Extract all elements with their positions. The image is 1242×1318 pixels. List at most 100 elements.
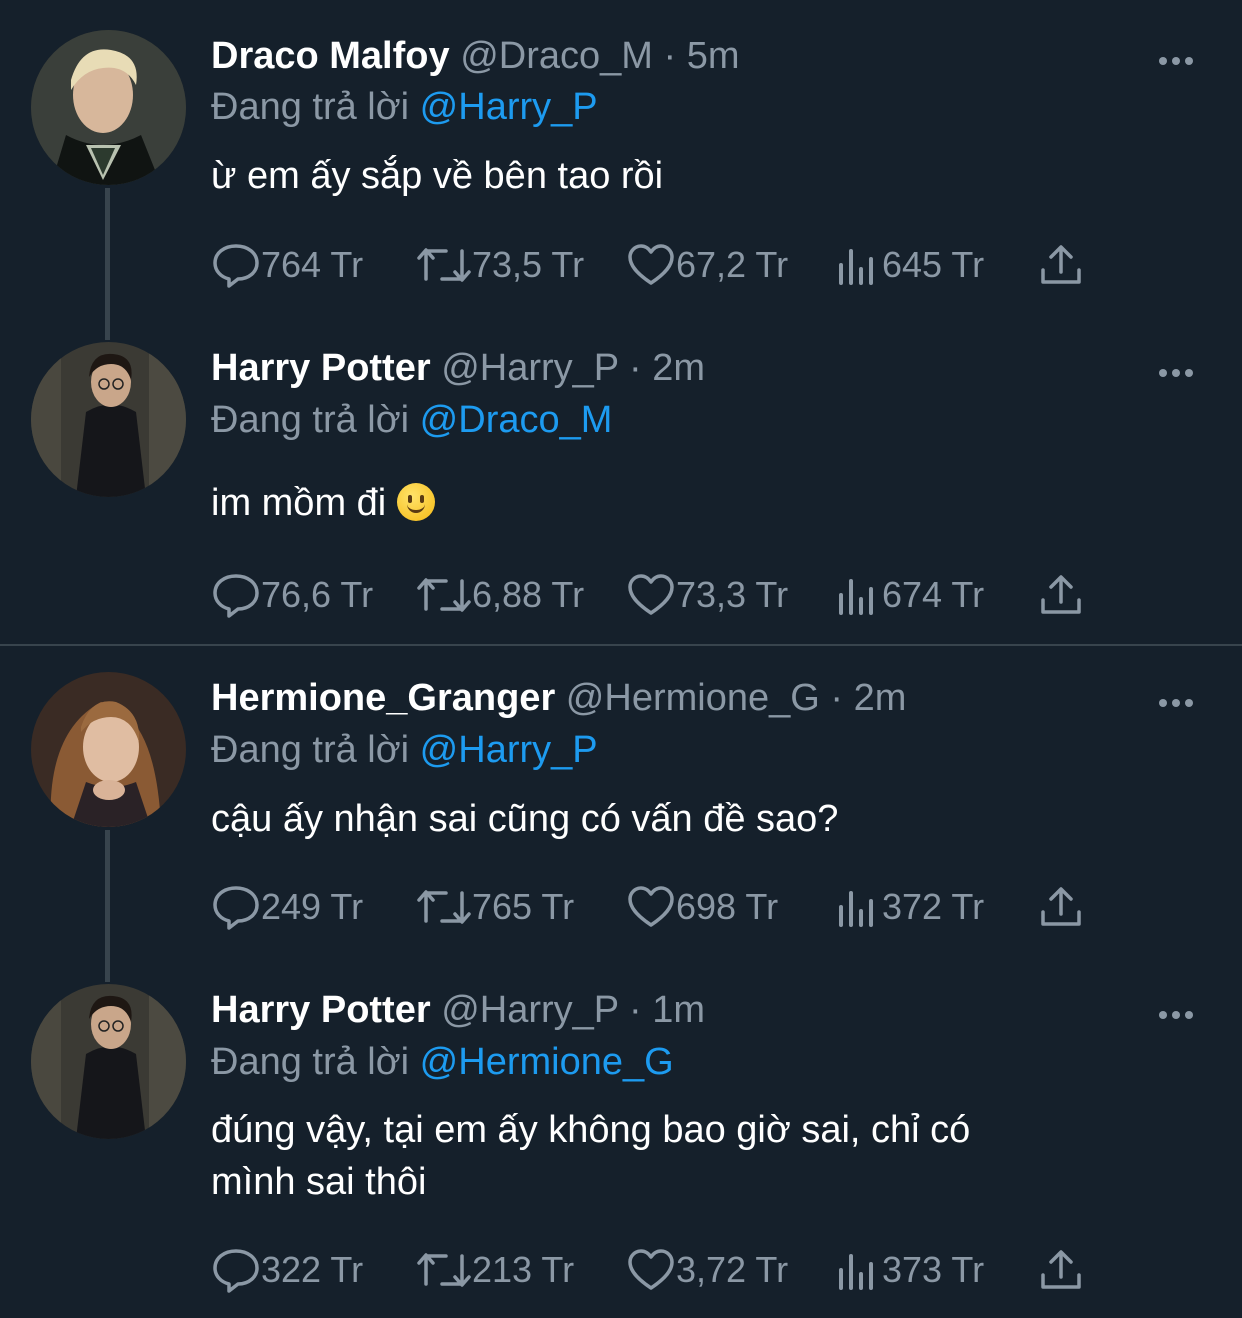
retweet-button[interactable]: 765 Tr [416, 882, 574, 932]
reply-mention[interactable]: @Harry_P [420, 86, 598, 128]
reply-prefix: Đang trả lời [211, 399, 410, 441]
reply-button[interactable]: 764 Tr [211, 240, 363, 290]
reply-prefix: Đang trả lời [211, 729, 410, 771]
reply-count: 76,6 Tr [261, 574, 374, 615]
reply-button[interactable]: 322 Tr [211, 1245, 363, 1295]
reply-icon [213, 244, 259, 288]
share-button[interactable] [1039, 882, 1083, 932]
more-icon[interactable] [1159, 364, 1199, 377]
avatar-harry[interactable] [31, 984, 186, 1139]
display-name[interactable]: Harry Potter [211, 347, 431, 389]
thread-divider [0, 644, 1242, 646]
share-icon [1041, 1250, 1081, 1289]
views-button[interactable]: 373 Tr [836, 1245, 984, 1295]
separator-dot: · [629, 989, 642, 1031]
avatar-harry[interactable] [31, 342, 186, 497]
views-button[interactable]: 645 Tr [836, 240, 984, 290]
separator-dot: · [830, 677, 844, 719]
tweet-header: Harry Potter @Harry_P · 1m [211, 987, 705, 1033]
share-button[interactable] [1039, 570, 1083, 620]
tweet-header: Hermione_Granger @Hermione_G · 2m [211, 675, 906, 721]
timestamp[interactable]: 1m [652, 989, 705, 1031]
reply-icon [213, 1249, 259, 1293]
share-button[interactable] [1039, 1245, 1083, 1295]
more-icon[interactable] [1159, 694, 1199, 707]
reply-button[interactable]: 249 Tr [211, 882, 363, 932]
reply-mention[interactable]: @Hermione_G [420, 1041, 674, 1083]
tweet-text-line: mình sai thôi [211, 1161, 427, 1203]
tweet-text-line: đúng vậy, tại em ấy không bao giờ sai, c… [211, 1109, 971, 1151]
retweet-button[interactable]: 213 Tr [416, 1245, 574, 1295]
user-handle[interactable]: @Draco_M [460, 35, 653, 77]
avatar-hermione[interactable] [31, 672, 186, 827]
views-count: 674 Tr [882, 574, 985, 615]
reply-context: Đang trả lời @Draco_M [211, 397, 612, 443]
thread-line [105, 830, 110, 982]
tweet-actions: 764 Tr 73,5 Tr 67,2 Tr 645 Tr [211, 240, 1111, 290]
more-icon[interactable] [1159, 52, 1199, 65]
timestamp[interactable]: 2m [652, 347, 705, 389]
reply-mention[interactable]: @Draco_M [420, 399, 613, 441]
avatar-draco[interactable] [31, 30, 186, 185]
display-name[interactable]: Draco Malfoy [211, 35, 450, 77]
like-icon [628, 1249, 674, 1290]
tweet-text-content: im mồm đi [211, 482, 387, 524]
retweet-icon [417, 248, 471, 282]
retweet-count: 213 Tr [472, 1249, 575, 1290]
views-icon [839, 249, 873, 285]
display-name[interactable]: Harry Potter [211, 989, 431, 1031]
views-button[interactable]: 372 Tr [836, 882, 984, 932]
like-button[interactable]: 3,72 Tr [626, 1245, 788, 1295]
reply-icon [213, 886, 259, 930]
like-button[interactable]: 67,2 Tr [626, 240, 788, 290]
like-icon [628, 886, 674, 927]
views-button[interactable]: 674 Tr [836, 570, 984, 620]
tweet-actions: 249 Tr 765 Tr 698 Tr 372 Tr [211, 882, 1111, 932]
like-button[interactable]: 73,3 Tr [626, 570, 788, 620]
tweet-actions: 76,6 Tr 6,88 Tr 73,3 Tr 674 Tr [211, 570, 1111, 620]
like-count: 698 Tr [676, 886, 779, 927]
views-count: 373 Tr [882, 1249, 985, 1290]
retweet-button[interactable]: 6,88 Tr [416, 570, 584, 620]
retweet-button[interactable]: 73,5 Tr [416, 240, 584, 290]
reply-icon [213, 574, 259, 618]
like-icon [628, 244, 674, 285]
more-icon[interactable] [1159, 1006, 1199, 1019]
retweet-icon [417, 1253, 471, 1287]
user-handle[interactable]: @Harry_P [441, 989, 618, 1031]
like-count: 3,72 Tr [676, 1249, 789, 1290]
reply-context: Đang trả lời @Harry_P [211, 84, 598, 130]
share-icon [1041, 887, 1081, 926]
share-button[interactable] [1039, 240, 1083, 290]
reply-count: 249 Tr [261, 886, 364, 927]
tweet-text: im mồm đi [211, 477, 1171, 529]
tweet-text: ừ em ấy sắp về bên tao rồi [211, 155, 664, 197]
separator-dot: · [663, 35, 677, 77]
thread-line [105, 188, 110, 340]
tweet-header: Harry Potter @Harry_P · 2m [211, 345, 705, 391]
tweet-actions: 322 Tr 213 Tr 3,72 Tr 373 Tr [211, 1245, 1111, 1295]
views-count: 372 Tr [882, 886, 985, 927]
display-name[interactable]: Hermione_Granger [211, 677, 555, 719]
user-handle[interactable]: @Hermione_G [566, 677, 820, 719]
retweet-icon [417, 578, 471, 612]
reply-button[interactable]: 76,6 Tr [211, 570, 373, 620]
retweet-count: 73,5 Tr [472, 244, 585, 285]
views-icon [839, 891, 873, 927]
timestamp[interactable]: 2m [854, 677, 907, 719]
reply-mention[interactable]: @Harry_P [420, 729, 598, 771]
reply-prefix: Đang trả lời [211, 86, 410, 128]
views-count: 645 Tr [882, 244, 985, 285]
timestamp[interactable]: 5m [687, 35, 740, 77]
share-icon [1041, 245, 1081, 284]
user-handle[interactable]: @Harry_P [441, 347, 618, 389]
reply-count: 764 Tr [261, 244, 364, 285]
views-icon [839, 1254, 873, 1290]
like-icon [628, 574, 674, 615]
tweet-text: cậu ấy nhận sai cũng có vấn đề sao? [211, 798, 839, 840]
views-icon [839, 579, 873, 615]
like-count: 67,2 Tr [676, 244, 789, 285]
tweet-text: đúng vậy, tại em ấy không bao giờ sai, c… [211, 1104, 1171, 1208]
like-count: 73,3 Tr [676, 574, 789, 615]
like-button[interactable]: 698 Tr [626, 882, 778, 932]
